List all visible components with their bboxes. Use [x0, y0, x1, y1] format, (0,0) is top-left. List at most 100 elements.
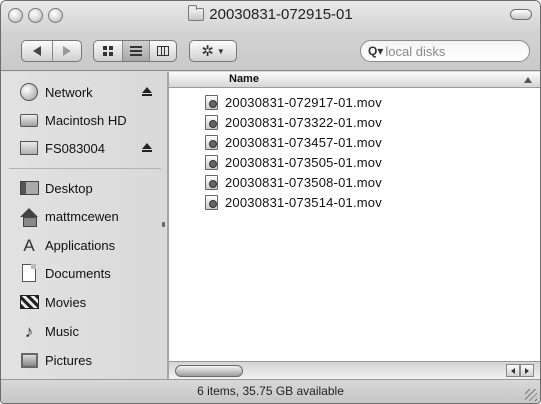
- sidebar-item-fs083004[interactable]: FS083004: [1, 135, 167, 161]
- sidebar-item-network[interactable]: Network: [1, 79, 167, 105]
- sidebar-item-home[interactable]: mattmcewen: [1, 203, 167, 229]
- sidebar-item-label: Macintosh HD: [45, 112, 127, 128]
- horizontal-scrollbar[interactable]: [169, 361, 540, 379]
- sidebar-item-movies[interactable]: Movies: [1, 289, 167, 315]
- music-note-icon: ♪: [24, 321, 34, 341]
- movie-file-icon: [205, 134, 218, 150]
- back-button[interactable]: [22, 41, 52, 61]
- window-title: 20030831-072915-01: [209, 6, 353, 23]
- sidebar-item-label: Desktop: [45, 180, 93, 196]
- movie-file-icon: [205, 174, 218, 190]
- sidebar-item-label: Pictures: [45, 352, 92, 368]
- sidebar-item-desktop[interactable]: Desktop: [1, 175, 167, 201]
- movie-file-icon: [205, 114, 218, 130]
- list-item[interactable]: 20030831-073322-01.mov: [205, 112, 382, 132]
- network-globe-icon: [20, 83, 38, 101]
- file-name: 20030831-072917-01.mov: [225, 94, 382, 110]
- toolbar-toggle-button[interactable]: [510, 9, 532, 20]
- forward-button[interactable]: [52, 41, 81, 61]
- list-item[interactable]: 20030831-073508-01.mov: [205, 172, 382, 192]
- sidebar-item-music[interactable]: ♪ Music: [1, 318, 167, 344]
- sidebar-item-pictures[interactable]: Pictures: [1, 347, 167, 373]
- search-field: Q▾: [360, 40, 530, 62]
- chevron-down-icon: ▼: [216, 46, 225, 56]
- column-header-label: Name: [229, 73, 259, 85]
- home-icon: [20, 207, 38, 227]
- list-view-icon: [130, 46, 142, 56]
- movies-icon-wrap: [19, 292, 39, 312]
- desktop-icon: [19, 181, 39, 195]
- movie-file-icon: [205, 94, 218, 110]
- column-header-name[interactable]: Name: [169, 72, 540, 88]
- scroll-right-button[interactable]: [520, 364, 534, 377]
- list-item[interactable]: 20030831-072917-01.mov: [205, 92, 382, 112]
- sidebar-resize-handle[interactable]: [162, 222, 165, 227]
- sidebar-item-label: Movies: [45, 294, 87, 310]
- sidebar-item-label: Music: [45, 323, 79, 339]
- search-input[interactable]: [385, 43, 516, 59]
- forward-arrow-icon: [63, 46, 71, 56]
- network-icon-wrap: [19, 82, 39, 102]
- list-view-button[interactable]: [122, 41, 149, 61]
- music-icon-wrap: ♪: [19, 321, 39, 341]
- resize-grip[interactable]: [525, 389, 537, 401]
- list-item[interactable]: 20030831-073514-01.mov: [205, 192, 382, 212]
- status-text: 6 items, 35.75 GB available: [197, 384, 344, 398]
- sidebar: Network Macintosh HD FS083004 Desktop ma…: [1, 72, 167, 379]
- home-icon-wrap: [19, 206, 39, 227]
- sidebar-item-label: mattmcewen: [45, 208, 119, 224]
- action-menu-content: ✲ ▼: [190, 41, 236, 61]
- scroll-right-icon: [525, 367, 529, 374]
- disk-image-icon: [20, 141, 38, 155]
- sidebar-item-label: Network: [45, 84, 93, 100]
- gear-icon: ✲: [201, 43, 214, 60]
- sidebar-item-label: Documents: [45, 265, 111, 281]
- file-name: 20030831-073505-01.mov: [225, 154, 382, 170]
- applications-icon: A: [23, 235, 35, 255]
- scrollbar-thumb[interactable]: [175, 365, 243, 377]
- list-item[interactable]: 20030831-073505-01.mov: [205, 152, 382, 172]
- folder-icon: [188, 5, 205, 21]
- sidebar-item-documents[interactable]: Documents: [1, 260, 167, 286]
- file-name: 20030831-073508-01.mov: [225, 174, 382, 190]
- sidebar-item-macintosh-hd[interactable]: Macintosh HD: [1, 107, 167, 133]
- list-item[interactable]: 20030831-073457-01.mov: [205, 132, 382, 152]
- eject-icon[interactable]: [142, 143, 152, 152]
- status-bar: 6 items, 35.75 GB available: [1, 379, 540, 403]
- movie-file-icon: [205, 154, 218, 170]
- pictures-icon-wrap: [19, 350, 39, 370]
- action-menu-button[interactable]: ✲ ▼: [189, 40, 237, 62]
- disk-image-icon-wrap: [19, 138, 39, 158]
- view-mode-control: [93, 40, 177, 62]
- file-name: 20030831-073322-01.mov: [225, 114, 382, 130]
- hard-drive-icon: [20, 113, 38, 127]
- documents-icon-wrap: [19, 263, 39, 283]
- search-icon: Q▾: [368, 44, 384, 58]
- column-view-icon: [157, 46, 169, 56]
- finder-window: 20030831-072915-01 ✲ ▼ Q▾ local disks Ne…: [0, 0, 541, 404]
- sidebar-item-applications[interactable]: A Applications: [1, 232, 167, 258]
- scroll-left-icon: [511, 367, 515, 374]
- sort-ascending-icon: [524, 77, 532, 83]
- scroll-arrows: [506, 364, 534, 377]
- back-arrow-icon: [33, 46, 41, 56]
- pictures-icon: [20, 352, 38, 368]
- eject-icon[interactable]: [142, 87, 152, 96]
- desktop-icon-wrap: [19, 178, 39, 198]
- applications-icon-wrap: A: [19, 235, 39, 255]
- sidebar-divider: [9, 168, 161, 169]
- movie-file-icon: [205, 194, 218, 210]
- icon-view-icon: [103, 46, 113, 56]
- back-forward-control: [21, 40, 82, 62]
- file-list: Name 20030831-072917-01.mov 20030831-073…: [169, 72, 540, 361]
- column-view-button[interactable]: [149, 41, 176, 61]
- movies-clapboard-icon: [19, 295, 39, 309]
- scroll-left-button[interactable]: [506, 364, 520, 377]
- sidebar-item-label: FS083004: [45, 140, 105, 156]
- file-name: 20030831-073457-01.mov: [225, 134, 382, 150]
- window-title-area: 20030831-072915-01: [1, 5, 540, 23]
- sidebar-item-label: Applications: [45, 237, 116, 253]
- file-name: 20030831-073514-01.mov: [225, 194, 382, 210]
- hard-drive-icon-wrap: [19, 110, 39, 130]
- icon-view-button[interactable]: [94, 41, 122, 61]
